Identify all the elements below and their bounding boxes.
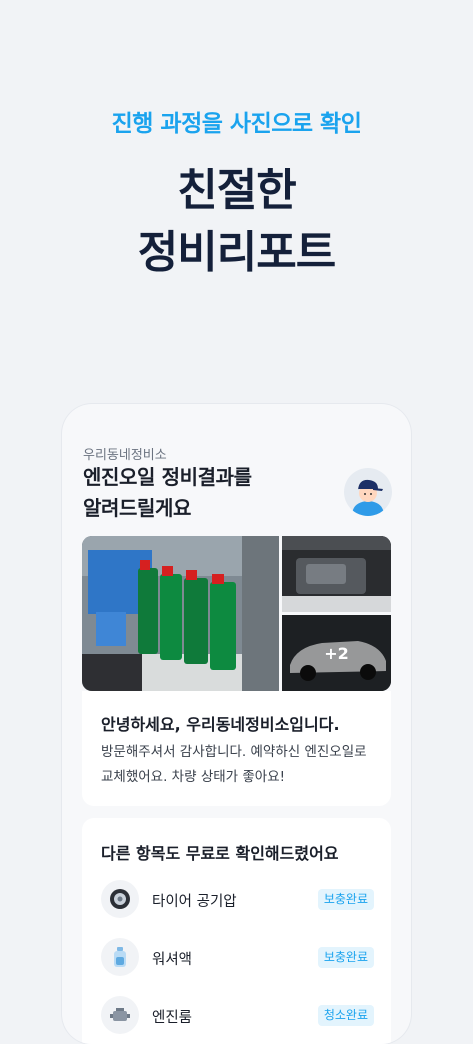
mechanic-avatar [344, 468, 392, 516]
checklist-item-washer-fluid[interactable]: 워셔액 보충완료 [101, 938, 374, 978]
promo-headline-line1: 친절한 [177, 165, 296, 216]
status-badge: 청소완료 [317, 1005, 374, 1026]
status-badge: 보충완료 [317, 889, 374, 910]
engine-oil-bottles-image [82, 536, 279, 691]
message-card: 안녕하세요, 우리동네정비소입니다. 방문해주셔서 감사합니다. 예약하신 엔진… [82, 691, 391, 806]
engine-icon [101, 996, 139, 1034]
checklist-item-tire[interactable]: 타이어 공기압 보충완료 [101, 880, 374, 920]
engine-bay-photo[interactable] [282, 536, 391, 612]
more-photos-count[interactable]: +2 [282, 615, 391, 691]
car-exterior-photo[interactable]: +2 [282, 615, 391, 691]
shop-name: 우리동네정비소 [83, 448, 167, 463]
engine-bay-image [282, 536, 391, 612]
message-title: 안녕하세요, 우리동네정비소입니다. [101, 715, 340, 734]
checklist-item-label: 타이어 공기압 [152, 894, 237, 910]
mechanic-avatar-icon [352, 479, 384, 516]
checklist-item-label: 워셔액 [152, 952, 193, 968]
checklist-item-engine[interactable]: 엔진룸 청소완료 [101, 996, 374, 1036]
report-photo-gallery[interactable]: +2 [82, 536, 391, 691]
report-title-line2: 알려드릴게요 [83, 496, 191, 520]
phone-mockup: 우리동네정비소 엔진오일 정비결과를 알려드릴게요 +2 안녕하세요, 우리동네… [62, 404, 411, 1044]
status-badge: 보충완료 [317, 947, 374, 968]
report-title-line1: 엔진오일 정비결과를 [83, 465, 252, 489]
promo-headline-line2: 정비리포트 [137, 227, 336, 278]
checklist-card: 다른 항목도 무료로 확인해드렸어요 타이어 공기압 보충완료 워셔액 보충완료… [82, 818, 391, 1044]
message-body: 방문해주셔서 감사합니다. 예약하신 엔진오일로 교체했어요. 차량 상태가 좋… [101, 744, 367, 785]
report-title: 엔진오일 정비결과를 알려드릴게요 [83, 462, 333, 524]
checklist-title: 다른 항목도 무료로 확인해드렸어요 [101, 844, 339, 863]
promo-subhead: 진행 과정을 사진으로 확인 [111, 111, 362, 137]
promo-headline: 친절한 정비리포트 [0, 160, 473, 284]
engine-oil-photo[interactable] [82, 536, 279, 691]
washer-fluid-icon [101, 938, 139, 976]
tire-icon [101, 880, 139, 918]
